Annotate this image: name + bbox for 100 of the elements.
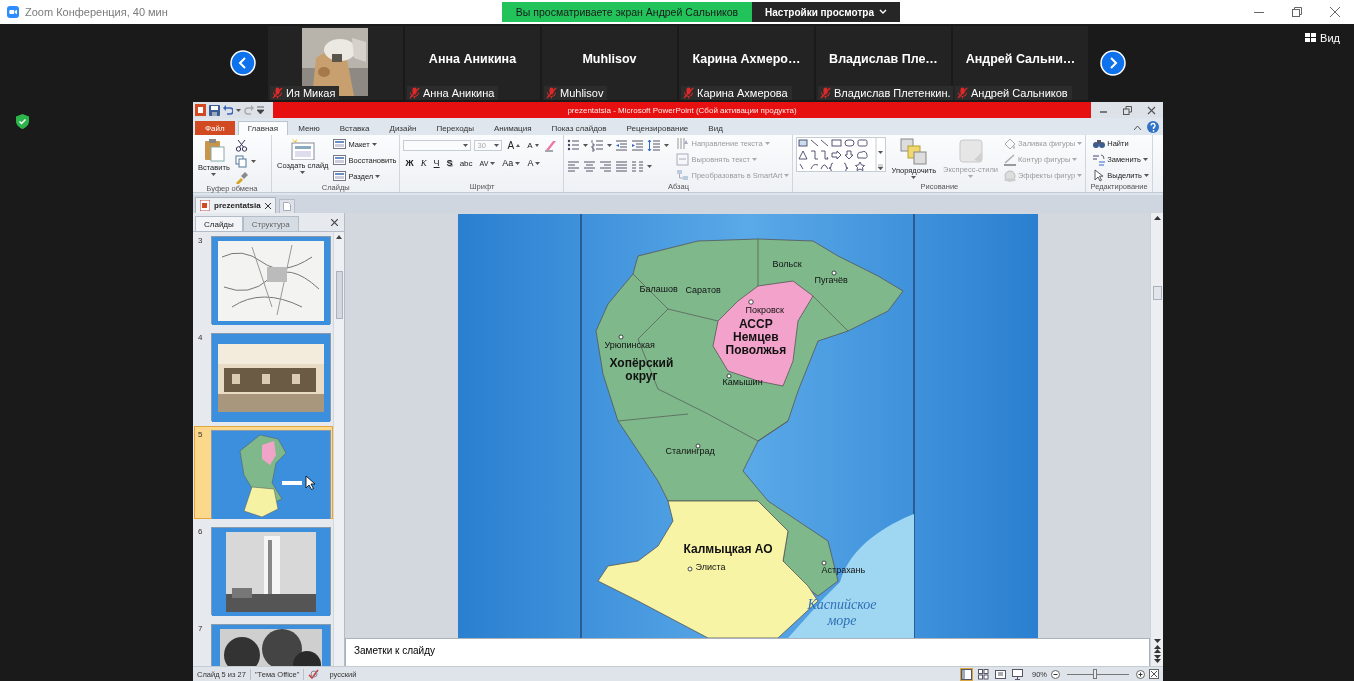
participant-name: Анна Аникина <box>428 52 517 66</box>
slide-icon <box>289 138 316 160</box>
caret-icon <box>1077 142 1083 145</box>
caret-icon <box>490 161 496 165</box>
format-button[interactable]: Ж <box>403 158 416 168</box>
format-button[interactable]: S <box>444 158 455 168</box>
ribbon-tab[interactable]: Переходы <box>426 121 484 135</box>
format-painter-icon[interactable] <box>234 171 248 184</box>
ribbon-tab[interactable]: Дизайн <box>379 121 427 135</box>
map-label: Сталинград <box>665 447 715 457</box>
increase-indent-icon[interactable] <box>631 139 645 152</box>
pane-tab[interactable]: Слайды <box>195 216 243 231</box>
line-spacing-icon[interactable] <box>647 139 662 152</box>
grow-font-button[interactable]: A <box>505 140 523 151</box>
cursor-icon <box>305 475 315 490</box>
previous-button[interactable] <box>230 50 256 76</box>
text-direction-icon <box>676 137 690 150</box>
slide-number: 7 <box>198 624 204 635</box>
format-button[interactable]: Ч <box>431 158 442 168</box>
zoom-in-icon[interactable] <box>1136 669 1145 679</box>
shrink-font-button[interactable]: A <box>525 141 541 150</box>
close-icon[interactable] <box>1330 7 1340 17</box>
map-label: Калмыцкая АО <box>683 543 773 557</box>
participant-name: Muhlisov <box>582 52 637 66</box>
scrollbar-thumb[interactable] <box>1152 286 1162 300</box>
caret-icon <box>236 108 241 112</box>
previous-slide-icon[interactable] <box>1153 645 1161 653</box>
notes-field[interactable]: Заметки к слайду <box>345 638 1150 668</box>
collapse-ribbon-icon[interactable] <box>1134 124 1141 130</box>
zoom-out-icon[interactable] <box>1051 669 1060 679</box>
view-options-button[interactable]: Настройки просмотра <box>752 2 900 22</box>
participant-name: Владислав Пле… <box>829 52 938 66</box>
customize-icon[interactable] <box>257 105 264 115</box>
save-icon[interactable] <box>209 104 220 116</box>
bullets-icon[interactable] <box>567 139 581 152</box>
caret-icon <box>878 9 887 15</box>
view-mode-button[interactable] <box>994 667 1007 681</box>
close-icon[interactable] <box>331 219 338 226</box>
caret-icon <box>211 173 217 176</box>
help-icon[interactable] <box>1147 121 1159 133</box>
format-button[interactable]: abc <box>457 158 475 168</box>
layout-icon <box>333 138 347 151</box>
window-title: Zoom Конференция, 40 мин <box>25 6 168 18</box>
shape-outline-icon <box>1002 153 1016 166</box>
arrange-icon <box>900 138 928 165</box>
caret-icon <box>647 165 653 168</box>
undo-icon[interactable] <box>223 105 233 115</box>
scroll-up-icon[interactable] <box>336 235 342 239</box>
view-button[interactable]: Вид <box>1305 32 1340 44</box>
document-tab[interactable]: prezentatsia <box>195 197 276 213</box>
scroll-down-icon[interactable] <box>1153 639 1161 643</box>
restore-icon[interactable] <box>1292 7 1302 17</box>
view-mode-button[interactable] <box>1011 667 1024 681</box>
scroll-up-icon[interactable] <box>1153 216 1161 220</box>
ribbon-tab[interactable]: Анимация <box>483 121 542 135</box>
format-button[interactable]: К <box>418 158 429 168</box>
fit-window-icon[interactable] <box>1149 669 1159 679</box>
powerpoint-logo-icon <box>195 104 206 116</box>
close-icon[interactable] <box>1146 105 1156 115</box>
file-tab[interactable]: Файл <box>195 121 235 135</box>
clear-format-icon[interactable] <box>543 139 557 152</box>
format-button[interactable]: Aa <box>500 158 523 168</box>
ribbon-tab[interactable]: Показ слайдов <box>541 121 617 135</box>
ribbon-tab[interactable]: Вставка <box>329 121 380 135</box>
slide-sorter-icon <box>978 668 989 680</box>
quick-styles-icon <box>957 138 984 164</box>
ribbon-tab[interactable]: Вид <box>698 121 733 135</box>
map-label: Пугачёв <box>814 276 848 286</box>
pane-tab[interactable]: Структура <box>242 216 299 231</box>
shapes-gallery[interactable] <box>797 138 886 171</box>
section-icon <box>333 170 347 183</box>
zoom-logo-icon <box>7 6 19 18</box>
next-slide-icon[interactable] <box>1153 655 1161 663</box>
caret-icon <box>375 175 381 178</box>
participant-name: Карина Ахмеро… <box>692 52 801 66</box>
caret-icon <box>494 144 500 147</box>
ribbon-tab[interactable]: Главная <box>237 121 289 135</box>
zoom-slider-thumb[interactable] <box>1092 668 1097 679</box>
view-mode-button[interactable] <box>977 667 990 681</box>
map-label: Урюпинская <box>604 341 655 351</box>
slide-thumbnail[interactable]: 5 <box>194 426 333 519</box>
name-label: Карина Ахмерова <box>681 86 792 100</box>
caret-icon <box>968 175 974 178</box>
map-label: Покровск <box>745 306 785 316</box>
close-icon[interactable] <box>264 202 271 209</box>
ribbon-tab[interactable]: Рецензирование <box>616 121 699 135</box>
ribbon-tab[interactable]: Меню <box>288 121 330 135</box>
slide-number: 6 <box>198 527 204 538</box>
restore-icon[interactable] <box>1122 105 1132 115</box>
decrease-indent-icon[interactable] <box>615 139 629 152</box>
caret-icon <box>607 144 613 147</box>
numbering-icon[interactable] <box>591 139 605 152</box>
window-title: prezentatsia - Microsoft PowerPoint (Сбой активации продукта) <box>567 105 797 115</box>
format-button[interactable]: A <box>525 158 543 168</box>
caret-icon <box>1077 174 1083 177</box>
next-button[interactable] <box>1100 50 1126 76</box>
cut-icon[interactable] <box>234 139 248 152</box>
view-mode-button[interactable] <box>960 667 973 681</box>
font-name-field[interactable] <box>403 140 472 151</box>
scrollbar-thumb[interactable] <box>335 271 343 319</box>
